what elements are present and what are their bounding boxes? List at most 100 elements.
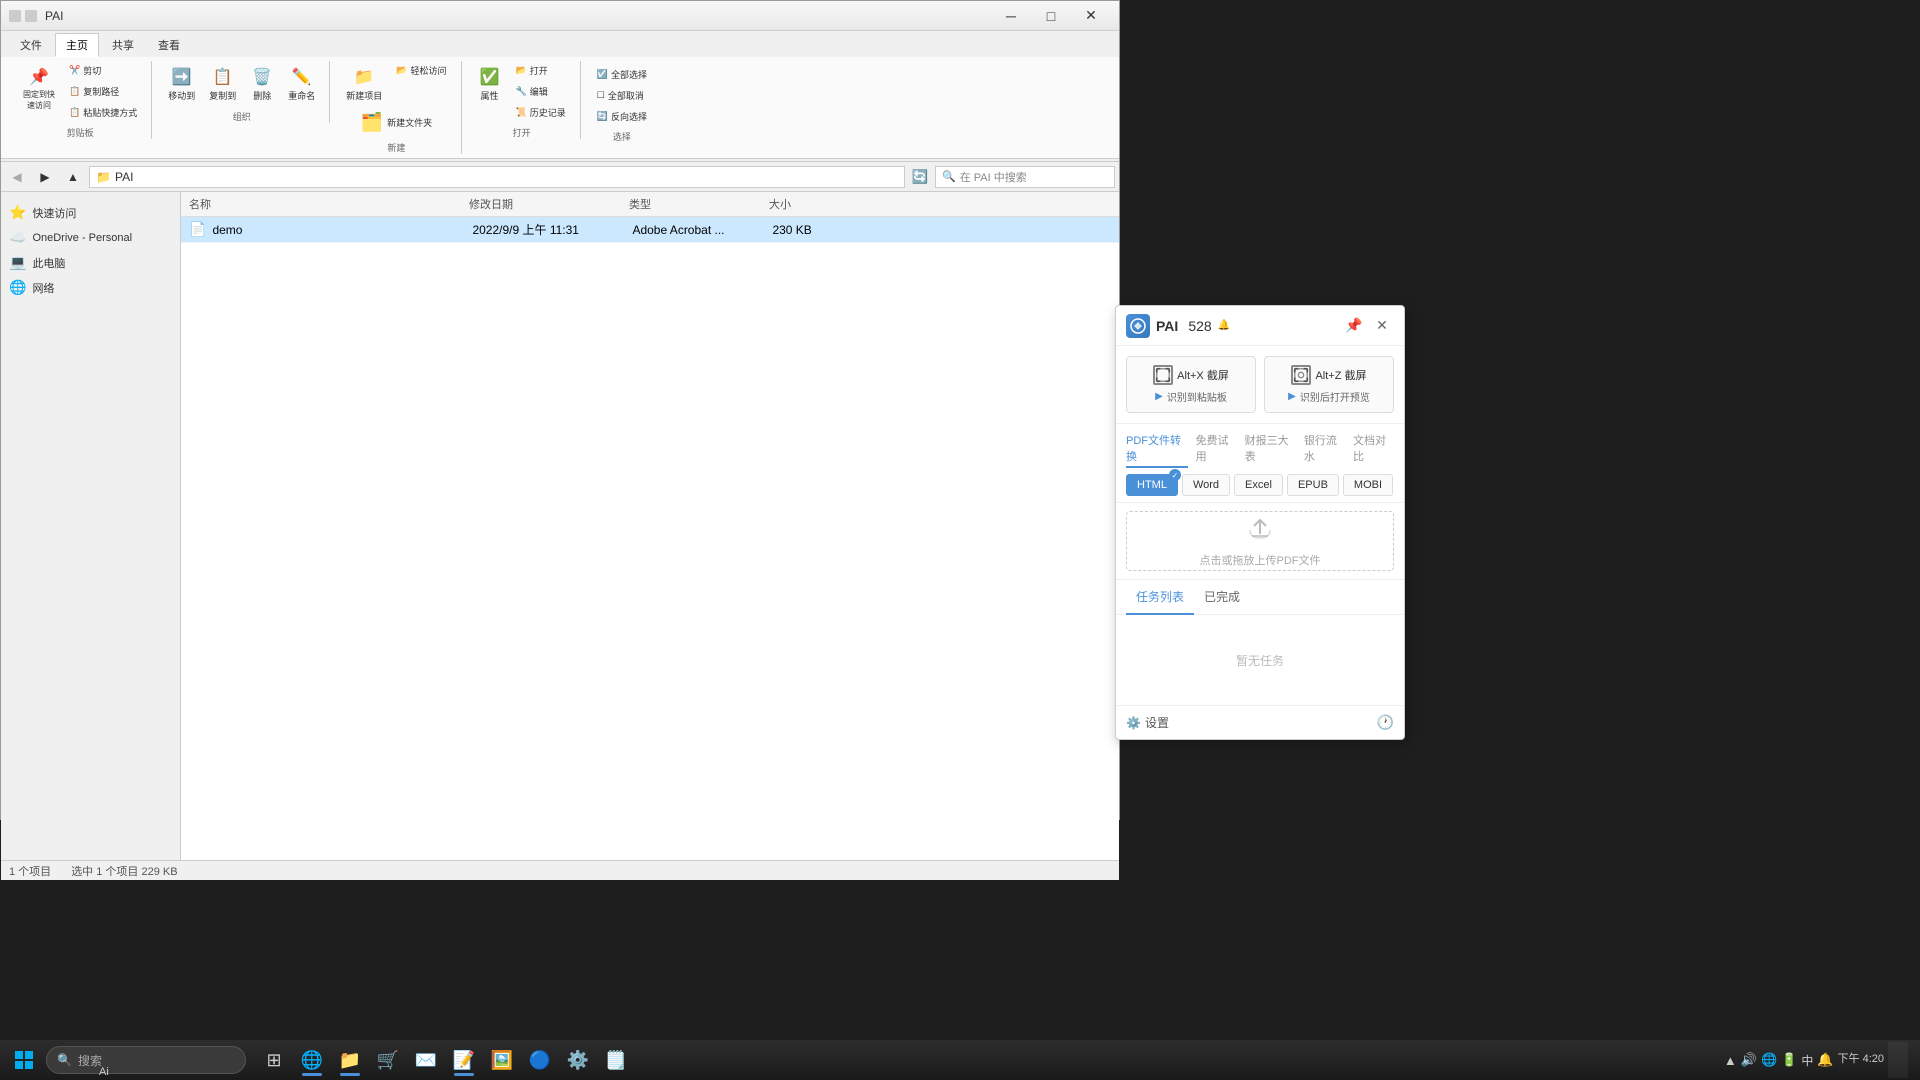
col-size[interactable]: 大小 [769, 196, 869, 212]
pai-close-button[interactable]: ✕ [1370, 314, 1394, 338]
close-button[interactable]: ✕ [1071, 2, 1111, 30]
sidebar-item-onedrive-label: OneDrive - Personal [32, 232, 132, 244]
tray-lang-icon[interactable]: 中 [1801, 1052, 1813, 1069]
tab-task-list[interactable]: 任务列表 [1126, 580, 1194, 615]
taskbar-app-word[interactable]: 📝 [446, 1042, 482, 1078]
sidebar-item-network[interactable]: 🌐 网络 [1, 275, 180, 300]
cut-button[interactable]: ✂️ 剪切 [63, 61, 143, 80]
search-box[interactable]: 🔍 在 PAI 中搜索 [935, 166, 1115, 188]
paste-shortcut-button[interactable]: 📋 粘贴快捷方式 [63, 103, 143, 122]
format-html-button[interactable]: HTML ✓ [1126, 474, 1178, 496]
new-item-icon: 📁 [352, 65, 376, 89]
col-name[interactable]: 名称 [189, 196, 469, 212]
taskbar-app-store[interactable]: 🛒 [370, 1042, 406, 1078]
taskbar-app-edge[interactable]: 🌐 [294, 1042, 330, 1078]
ai-label[interactable]: Ai [99, 1066, 109, 1078]
col-type[interactable]: 类型 [629, 196, 769, 212]
minimize-button[interactable]: ─ [991, 2, 1031, 30]
select-all-button[interactable]: ☑️ 全部选择 [591, 65, 653, 84]
tray-up-icon[interactable]: ▲ [1724, 1053, 1737, 1068]
taskbar-app-explorer[interactable]: 📁 [332, 1042, 368, 1078]
history-button[interactable]: 📜 历史记录 [510, 103, 572, 122]
sidebar-item-quick-access[interactable]: ⭐ 快速访问 [1, 200, 180, 225]
task-section: 任务列表 已完成 暂无任务 [1116, 579, 1404, 705]
tray-notification-icon[interactable]: 🔔 [1817, 1052, 1833, 1068]
format-mobi-button[interactable]: MOBI [1343, 474, 1393, 496]
footer-info-icon[interactable]: 🕐 [1377, 714, 1394, 731]
upload-text: 点击或拖放上传PDF文件 [1200, 552, 1321, 568]
new-item-button[interactable]: 📁 新建项目 [340, 61, 388, 106]
up-button[interactable]: ▲ [61, 166, 85, 188]
tray-network-icon[interactable]: 🌐 [1761, 1052, 1777, 1068]
convert-section: PDF文件转换 免费试用 财报三大表 银行流水 文档对比 HTML ✓ Word… [1116, 424, 1404, 503]
sidebar: ⭐ 快速访问 ☁️ OneDrive - Personal 💻 此电脑 🌐 网络 [1, 192, 181, 860]
taskbar-app-mail[interactable]: ✉️ [408, 1042, 444, 1078]
word-indicator [454, 1073, 474, 1076]
format-epub-button[interactable]: EPUB [1287, 474, 1339, 496]
pai-footer: ⚙️ 设置 🕐 [1116, 705, 1404, 739]
sidebar-item-this-pc[interactable]: 💻 此电脑 [1, 250, 180, 275]
format-word-button[interactable]: Word [1182, 474, 1230, 496]
tray-battery-icon[interactable]: 🔋 [1781, 1052, 1797, 1068]
open-button[interactable]: 📂 打开 [510, 61, 572, 80]
play-icon-1: ▶ [1155, 391, 1163, 402]
start-button[interactable] [4, 1042, 44, 1078]
pai-pin-button[interactable]: 📌 [1342, 314, 1366, 338]
convert-tab-compare[interactable]: 文档对比 [1353, 430, 1394, 468]
convert-tab-free[interactable]: 免费试用 [1196, 430, 1237, 468]
word-icon: 📝 [453, 1050, 475, 1071]
format-excel-button[interactable]: Excel [1234, 474, 1283, 496]
file-date: 2022/9/9 上午 11:31 [472, 221, 632, 238]
convert-tab-financial[interactable]: 财报三大表 [1245, 430, 1296, 468]
tab-completed[interactable]: 已完成 [1194, 580, 1250, 615]
screenshot-clipboard-button[interactable]: Alt+X 截屏 ▶ 识别到粘贴板 [1126, 356, 1256, 413]
taskbar-time[interactable]: 下午 4:20 [1838, 1052, 1884, 1067]
convert-tab-pdf[interactable]: PDF文件转换 [1126, 430, 1188, 468]
back-button[interactable]: ◀ [5, 166, 29, 188]
pin-button[interactable]: 📌 固定到快速访问 [17, 61, 61, 122]
file-size: 230 KB [772, 223, 872, 237]
copy-icon: 📋 [211, 65, 235, 89]
properties-button[interactable]: ✅ 属性 [472, 61, 508, 122]
taskbar-app-chrome[interactable]: 🔵 [522, 1042, 558, 1078]
invert-selection-button[interactable]: 🔄 反向选择 [591, 107, 653, 126]
edit-button[interactable]: 🔧 编辑 [510, 82, 572, 101]
copy-path-button[interactable]: 📋 复制路径 [63, 82, 143, 101]
rename-button[interactable]: ✏️ 重命名 [282, 61, 321, 106]
store-icon: 🛒 [377, 1050, 399, 1071]
tab-share[interactable]: 共享 [101, 33, 145, 57]
tab-file[interactable]: 文件 [9, 33, 53, 57]
col-date[interactable]: 修改日期 [469, 196, 629, 212]
delete-button[interactable]: 🗑️ 删除 [244, 61, 280, 106]
tray-volume-icon[interactable]: 🔊 [1741, 1052, 1757, 1068]
convert-tab-bank[interactable]: 银行流水 [1304, 430, 1345, 468]
copy-to-button[interactable]: 📋 复制到 [203, 61, 242, 106]
move-to-button[interactable]: ➡️ 移动到 [162, 61, 201, 106]
maximize-button[interactable]: □ [1031, 2, 1071, 30]
sidebar-item-onedrive[interactable]: ☁️ OneDrive - Personal [1, 225, 180, 250]
easy-access-button[interactable]: 📂 轻松访问 [390, 61, 452, 80]
upload-area[interactable]: 点击或拖放上传PDF文件 [1126, 511, 1394, 571]
screenshot-preview-button[interactable]: Alt+Z 截屏 ▶ 识别后打开预览 [1264, 356, 1394, 413]
taskbar-app-notes[interactable]: 🗒️ [598, 1042, 634, 1078]
sidebar-item-this-pc-label: 此电脑 [32, 255, 65, 271]
settings-taskbar-icon: ⚙️ [567, 1050, 589, 1071]
taskbar-search[interactable]: 🔍 搜索 [46, 1046, 246, 1074]
explorer-indicator [340, 1073, 360, 1076]
forward-button[interactable]: ▶ [33, 166, 57, 188]
mail-icon: ✉️ [415, 1050, 437, 1071]
settings-button[interactable]: ⚙️ 设置 [1126, 714, 1169, 731]
file-row[interactable]: 📄 demo 2022/9/9 上午 11:31 Adobe Acrobat .… [181, 217, 1119, 243]
address-path[interactable]: 📁 PAI [89, 166, 905, 188]
refresh-button[interactable]: 🔄 [909, 166, 931, 188]
tab-view[interactable]: 查看 [147, 33, 191, 57]
new-folder-button[interactable]: 🗂️ 新建文件夹 [355, 108, 438, 137]
tab-home[interactable]: 主页 [55, 33, 99, 57]
taskbar-app-task-view[interactable]: ⊞ [256, 1042, 292, 1078]
show-desktop-button[interactable] [1888, 1042, 1908, 1078]
taskbar-app-settings[interactable]: ⚙️ [560, 1042, 596, 1078]
deselect-all-button[interactable]: ☐ 全部取消 [591, 86, 653, 105]
ribbon-group-organize: ➡️ 移动到 📋 复制到 🗑️ 删除 ✏️ 重命名 [154, 61, 330, 123]
taskbar-app-photos[interactable]: 🖼️ [484, 1042, 520, 1078]
screenshot-clipboard-shortcut: Alt+X 截屏 [1177, 367, 1229, 383]
